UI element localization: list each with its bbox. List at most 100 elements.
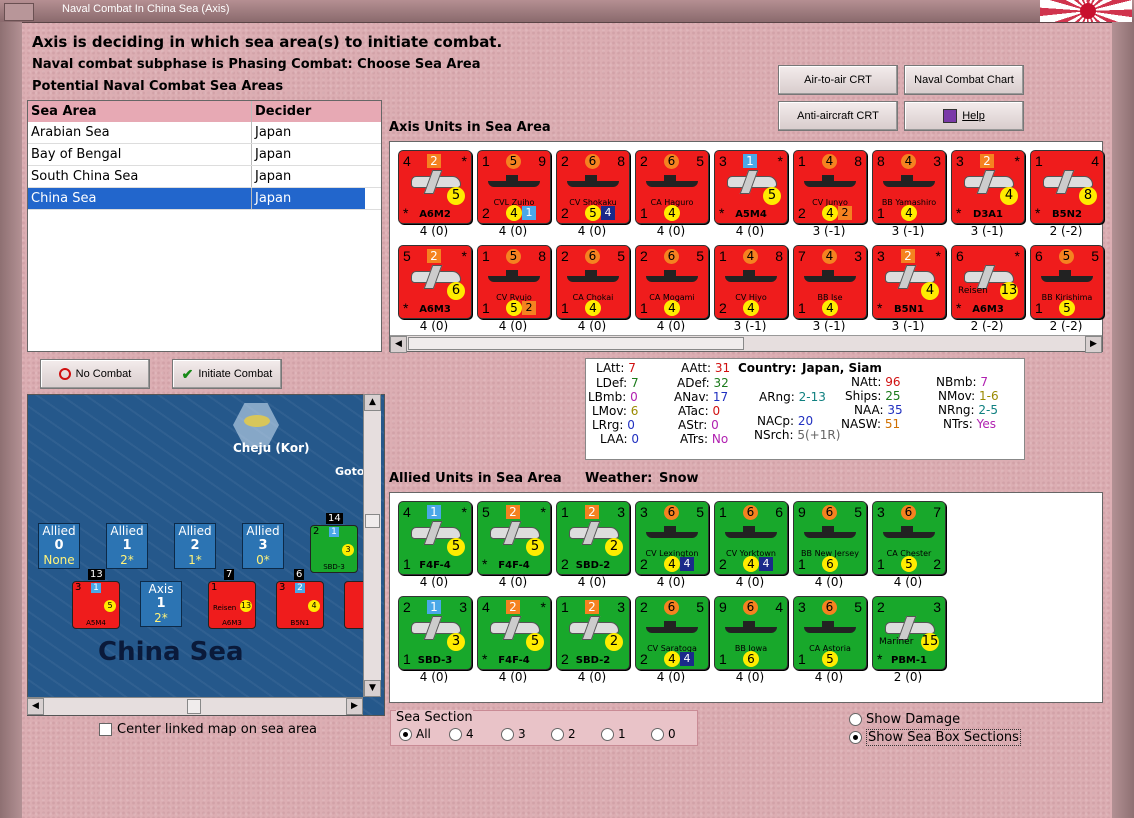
unit-strength: 4 (0) [419, 224, 449, 238]
scroll-right-arrow-icon[interactable]: ▶ [346, 698, 363, 715]
sea-box-section[interactable]: Allied 2 1* [174, 523, 216, 569]
map-unit-counter[interactable]: 2 1 SBD-3 3 [310, 525, 358, 573]
unit-counter[interactable]: 2 1 3 1 SBD-3 3 [398, 596, 472, 670]
unit-counter[interactable]: 5 2 * * F4F-4 5 [477, 501, 551, 575]
decider-column-header[interactable]: Decider [252, 101, 365, 122]
unit-counter[interactable]: 1 6 6 2 CV Yorktown 4 4 [714, 501, 788, 575]
help-button[interactable]: Help [904, 101, 1024, 131]
center-linked-map-checkbox[interactable]: Center linked map on sea area [99, 722, 317, 737]
unit-counter[interactable]: 1 4 * B5N2 8 [1030, 150, 1104, 224]
stat-key: AStr: [678, 418, 708, 432]
map-unit-counter[interactable]: 1 Reisen A6M3 13 [208, 581, 256, 629]
unit-counter[interactable]: 2 6 5 1 CA Haguro 4 [635, 150, 709, 224]
naval-combat-chart-button[interactable]: Naval Combat Chart [904, 65, 1024, 95]
sea-section-radio-4[interactable]: 4 [449, 727, 474, 741]
counter-top-left-value: 1 [561, 599, 569, 615]
sea-area-column-header[interactable]: Sea Area [28, 101, 252, 122]
scroll-thumb[interactable] [187, 699, 201, 714]
table-row[interactable]: Arabian Sea Japan [28, 122, 381, 144]
radio-dot[interactable] [551, 727, 564, 741]
map-unit-counter[interactable]: 3 1 A5M4 5 [72, 581, 120, 629]
checkmark-icon: ✔ [181, 365, 194, 382]
sea-section-radio-2[interactable]: 2 [551, 727, 576, 741]
air-to-air-crt-button[interactable]: Air-to-air CRT [778, 65, 898, 95]
radio-dot[interactable] [849, 731, 862, 744]
unit-counter[interactable]: 1 2 3 2 SBD-2 2 [556, 501, 630, 575]
scroll-right-arrow-icon[interactable]: ▶ [1085, 336, 1102, 353]
unit-counter[interactable]: 4 2 * * F4F-4 5 [477, 596, 551, 670]
radio-dot[interactable] [849, 713, 862, 726]
sea-section-radio-0[interactable]: 0 [651, 727, 676, 741]
counter-top-right-value: * [461, 248, 467, 264]
initiate-combat-button[interactable]: ✔ Initiate Combat [172, 359, 282, 389]
unit-counter[interactable]: 3 6 7 1 CA Chester 5 2 [872, 501, 946, 575]
table-row[interactable]: Bay of Bengal Japan [28, 144, 381, 166]
show-sea-box-sections-radio[interactable]: Show Sea Box Sections [849, 729, 1021, 746]
radio-dot[interactable] [399, 727, 412, 741]
scroll-up-arrow-icon[interactable]: ▲ [364, 394, 381, 411]
counter-yellow-value: 2 [605, 633, 623, 651]
sea-section-radio-1[interactable]: 1 [601, 727, 626, 741]
unit-counter[interactable]: 2 6 5 2 CV Saratoga 4 4 [635, 596, 709, 670]
counter-bottom-left-value: 1 [798, 651, 806, 667]
sea-box-section[interactable]: Allied 1 2* [106, 523, 148, 569]
radio-dot[interactable] [449, 727, 462, 741]
sea-section-radio-all[interactable]: All [399, 727, 431, 741]
no-combat-button[interactable]: No Combat [40, 359, 150, 389]
unit-counter[interactable]: 9 6 5 1 BB New Jersey 6 [793, 501, 867, 575]
sea-box-section[interactable]: Allied 0 None [38, 523, 80, 569]
checkbox-box[interactable] [99, 723, 112, 736]
unit-counter[interactable]: 6 * * Reisen A6M3 13 [951, 245, 1025, 319]
sea-section-option-label: 4 [466, 727, 474, 741]
unit-counter[interactable]: 4 1 * 1 F4F-4 5 [398, 501, 472, 575]
anti-aircraft-crt-button[interactable]: Anti-aircraft CRT [778, 101, 898, 131]
axis-units-scrollbar[interactable]: ◀ ▶ [390, 335, 1102, 353]
counter-yellow-value: 4 [743, 556, 759, 572]
unit-counter[interactable]: 3 6 5 2 CV Lexington 4 4 [635, 501, 709, 575]
unit-counter[interactable]: 3 2 * * B5N1 4 [872, 245, 946, 319]
table-row-selected[interactable]: China Sea Japan [28, 188, 381, 210]
unit-counter[interactable]: 1 5 8 1 CV Ryujo 5 2 [477, 245, 551, 319]
unit-counter[interactable]: 3 2 * * D3A1 4 [951, 150, 1025, 224]
radio-dot[interactable] [601, 727, 614, 741]
counter-top-center-value: 2 [427, 154, 441, 168]
sea-section-radio-3[interactable]: 3 [501, 727, 526, 741]
unit-counter[interactable]: 4 2 * * A6M2 5 [398, 150, 472, 224]
unit-counter[interactable]: 9 6 4 1 BB Iowa 6 [714, 596, 788, 670]
unit-counter[interactable]: 2 6 5 1 CA Mogami 4 [635, 245, 709, 319]
radio-dot[interactable] [651, 727, 664, 741]
scroll-thumb[interactable] [365, 514, 380, 528]
unit-counter[interactable]: 5 2 * * A6M3 6 [398, 245, 472, 319]
linked-map-view[interactable]: Cheju (Kor) Goto Allied 0 None Allied 1 2* All… [27, 394, 385, 716]
unit-counter[interactable]: 3 1 * * A5M4 5 [714, 150, 788, 224]
map-unit-counter[interactable]: 3 2 B5N1 4 [276, 581, 324, 629]
counter-yellow-value: 4 [1000, 187, 1018, 205]
scroll-down-arrow-icon[interactable]: ▼ [364, 680, 381, 697]
unit-counter[interactable]: 2 6 5 1 CA Chokai 4 [556, 245, 630, 319]
sea-box-section[interactable]: Axis 1 2* [140, 581, 182, 627]
unit-counter[interactable]: 3 6 5 1 CA Astoria 5 [793, 596, 867, 670]
unit-counter[interactable]: 8 4 3 1 BB Yamashiro 4 [872, 150, 946, 224]
unit-counter[interactable]: 1 5 9 2 CVL Zuiho 4 1 [477, 150, 551, 224]
unit-counter[interactable]: 1 2 3 2 SBD-2 2 [556, 596, 630, 670]
show-damage-radio[interactable]: Show Damage [849, 712, 960, 727]
counter-top-center-value: 4 [743, 249, 758, 264]
unit-counter[interactable]: 2 3 * Mariner PBM-1 15 [872, 596, 946, 670]
scroll-left-arrow-icon[interactable]: ◀ [27, 698, 44, 715]
unit-counter[interactable]: 7 4 3 1 BB Ise 4 [793, 245, 867, 319]
island-label: Cheju (Kor) [233, 441, 310, 455]
scroll-left-arrow-icon[interactable]: ◀ [390, 336, 407, 353]
anti-aircraft-crt-label: Anti-aircraft CRT [797, 110, 879, 122]
unit-counter[interactable]: 1 4 8 2 CV Junyo 4 2 [793, 150, 867, 224]
map-horizontal-scrollbar[interactable]: ◀ ▶ [27, 697, 363, 715]
map-vertical-scrollbar[interactable]: ▲ ▼ [363, 394, 381, 697]
scroll-thumb[interactable] [408, 337, 744, 350]
system-menu-icon[interactable] [4, 3, 34, 21]
unit-counter[interactable]: 2 6 8 2 CV Shokaku 5 4 [556, 150, 630, 224]
unit-counter[interactable]: 1 4 8 2 CV Hiyo 4 [714, 245, 788, 319]
radio-dot[interactable] [501, 727, 514, 741]
unit-counter[interactable]: 6 5 5 1 BB Kirishima 5 [1030, 245, 1104, 319]
table-row[interactable]: South China Sea Japan [28, 166, 381, 188]
sea-box-section[interactable]: Allied 3 0* [242, 523, 284, 569]
counter-top-right-value: * [540, 504, 546, 520]
